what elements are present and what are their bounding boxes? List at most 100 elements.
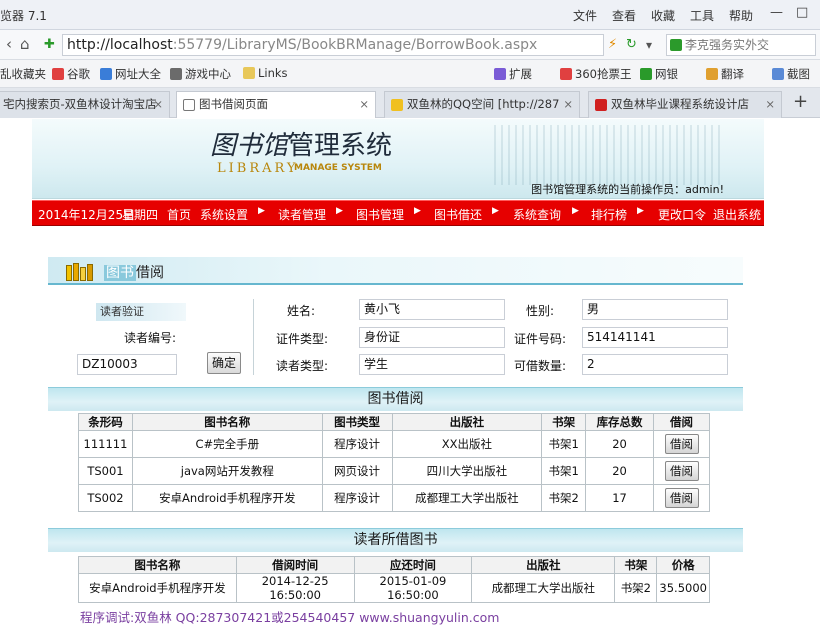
maximize-icon[interactable]: □ [796, 5, 808, 20]
menu-view[interactable]: 查看 [612, 7, 636, 24]
url-path: :55779/LibraryMS/BookBRManage/BorrowBook… [172, 37, 538, 53]
tab-course-shop[interactable]: 双鱼林毕业课程系统设计店 × [588, 91, 782, 118]
fav-links[interactable]: Links [243, 66, 288, 80]
col-book-name: 图书名称 [131, 413, 323, 431]
borrowed-table-header: 图书名称 借阅时间 应还时间 出版社 书架 价格 [78, 556, 710, 574]
fav-translate[interactable]: 翻译 [706, 66, 744, 82]
logo-text: 管理系统 [288, 131, 393, 161]
reader-verify-label: 读者验证 [96, 303, 186, 321]
confirm-button[interactable]: 确定 [207, 352, 241, 374]
borrow-button[interactable]: 借阅 [664, 434, 699, 454]
borrow-button[interactable]: 借阅 [664, 488, 699, 508]
fav-games-label: 游戏中心 [185, 67, 231, 81]
url-input[interactable]: http://localhost:55779/LibraryMS/BookBRM… [62, 34, 604, 56]
borrowed-table-title: 读者所借图书 [48, 528, 743, 552]
fav-games[interactable]: 游戏中心 [170, 66, 231, 82]
section-header: 图书 借阅 [48, 257, 743, 285]
tab-course-shop-label: 双鱼林毕业课程系统设计店 [611, 97, 749, 111]
cell-stock: 17 [585, 484, 654, 512]
cell-publisher: 四川大学出版社 [391, 457, 543, 485]
section-title: 图书 借阅 [104, 262, 164, 282]
nav-change-password[interactable]: 更改口令 [658, 206, 706, 223]
fav-ticket-label: 360抢票王 [575, 67, 632, 81]
tab-qq-space[interactable]: 双鱼林的QQ空间 [http://287 × [384, 91, 580, 118]
new-tab-button[interactable]: + [793, 91, 808, 112]
cell-book-name: java网站开发教程 [131, 457, 323, 485]
minimize-icon[interactable]: — [770, 5, 783, 20]
logo-en-manage: MANAGE SYSTEM [294, 163, 382, 173]
close-icon[interactable]: × [153, 92, 163, 117]
nav-home[interactable]: 首页 [167, 206, 191, 223]
menu-favorites[interactable]: 收藏 [651, 7, 675, 24]
google-icon [52, 68, 64, 80]
nav-book-manage[interactable]: 图书管理 [356, 206, 404, 223]
refresh-icon[interactable]: ↻ [626, 37, 637, 52]
borrow-button[interactable]: 借阅 [664, 461, 699, 481]
nav-system-settings[interactable]: 系统设置 [200, 206, 248, 223]
close-icon[interactable]: × [765, 92, 775, 117]
col-shelf: 书架 [541, 413, 587, 431]
triangle-right-icon: ▶ [414, 206, 421, 216]
fav-ticket[interactable]: 360抢票王 [560, 66, 631, 82]
id-no-label: 证件号码: [514, 332, 567, 346]
fav-site-nav-label: 网址大全 [115, 67, 161, 81]
cell-borrow-time: 2014-12-25 16:50:00 [235, 573, 355, 603]
reader-no-input[interactable]: DZ10003 [77, 354, 177, 375]
cell-shelf: 书架2 [541, 484, 587, 512]
menu-file[interactable]: 文件 [573, 7, 597, 24]
tab-shop-search[interactable]: 宅内搜索页-双鱼林设计淘宝店 × [0, 91, 170, 118]
nav-logout[interactable]: 退出系统 [713, 206, 761, 223]
fav-extensions[interactable]: 扩展 [494, 66, 532, 82]
nav-ranking[interactable]: 排行榜 [591, 206, 627, 223]
extension-icon [494, 68, 506, 80]
book-table: 条形码 图书名称 图书类型 出版社 书架 库存总数 借阅 111111 C#完全… [78, 413, 710, 512]
close-icon[interactable]: × [359, 92, 369, 117]
fav-site-nav[interactable]: 网址大全 [100, 66, 161, 82]
fav-bank[interactable]: 网银 [640, 66, 678, 82]
borrowed-table: 图书名称 借阅时间 应还时间 出版社 书架 价格 安卓Android手机程序开发… [78, 556, 710, 603]
nav-borrow-return[interactable]: 图书借还 [434, 206, 482, 223]
main-nav: 2014年12月25日 星期四 首页 系统设置 ▶ 读者管理 ▶ 图书管理 ▶ … [32, 200, 764, 226]
menu-tools[interactable]: 工具 [690, 7, 714, 24]
cell-book-name: C#完全手册 [131, 430, 323, 458]
banner-decoration [494, 125, 724, 185]
fav-google[interactable]: 谷歌 [52, 66, 90, 82]
address-bar: ‹ ⌂ ✚ http://localhost:55779/LibraryMS/B… [0, 30, 820, 60]
search-input[interactable]: 李克强务实外交 [666, 34, 816, 56]
cell-shelf: 书架1 [541, 457, 587, 485]
dropdown-icon[interactable]: ▾ [646, 38, 652, 52]
reader-type-field: 学生 [359, 354, 505, 375]
tab-borrow-page[interactable]: 图书借阅页面 × [176, 91, 376, 118]
col-book-type: 图书类型 [321, 413, 393, 431]
name-field: 黄小飞 [359, 299, 505, 320]
borrow-quota-field: 2 [582, 354, 728, 375]
ticket-icon [560, 68, 572, 80]
id-type-label: 证件类型: [276, 332, 329, 346]
fav-bank-label: 网银 [655, 67, 678, 81]
cell-book-type: 网页设计 [321, 457, 393, 485]
triangle-right-icon: ▶ [492, 206, 499, 216]
fav-screenshot[interactable]: 截图 [772, 66, 810, 82]
back-icon[interactable]: ‹ [6, 35, 12, 53]
reader-type-label: 读者类型: [276, 359, 329, 373]
logo-en-library: LIBRARY [217, 161, 299, 176]
col-publisher: 出版社 [471, 556, 616, 574]
menu-help[interactable]: 帮助 [729, 7, 753, 24]
home-icon[interactable]: ⌂ [20, 35, 30, 53]
gender-label: 性别: [526, 304, 555, 318]
site-banner: 图书馆管理系统 LIBRARY MANAGE SYSTEM 图书馆管理系统的当前… [32, 119, 764, 199]
triangle-right-icon: ▶ [637, 206, 644, 216]
browser-title: 览器 7.1 [0, 9, 47, 23]
book-table-header: 条形码 图书名称 图书类型 出版社 书架 库存总数 借阅 [78, 413, 710, 431]
close-icon[interactable]: × [563, 92, 573, 117]
cell-barcode: 111111 [78, 430, 133, 458]
lightning-icon[interactable]: ⚡ [608, 37, 617, 52]
browser-titlebar: 览器 7.1 文件 查看 收藏 工具 帮助 — □ [0, 0, 820, 30]
nav-system-query[interactable]: 系统查询 [513, 206, 561, 223]
fav-collection[interactable]: 乱收藏夹 [0, 66, 46, 82]
triangle-right-icon: ▶ [572, 206, 579, 216]
url-host: http://localhost [67, 37, 173, 53]
id-type-field: 身份证 [359, 327, 505, 348]
scissors-icon [772, 68, 784, 80]
nav-reader-manage[interactable]: 读者管理 [278, 206, 326, 223]
